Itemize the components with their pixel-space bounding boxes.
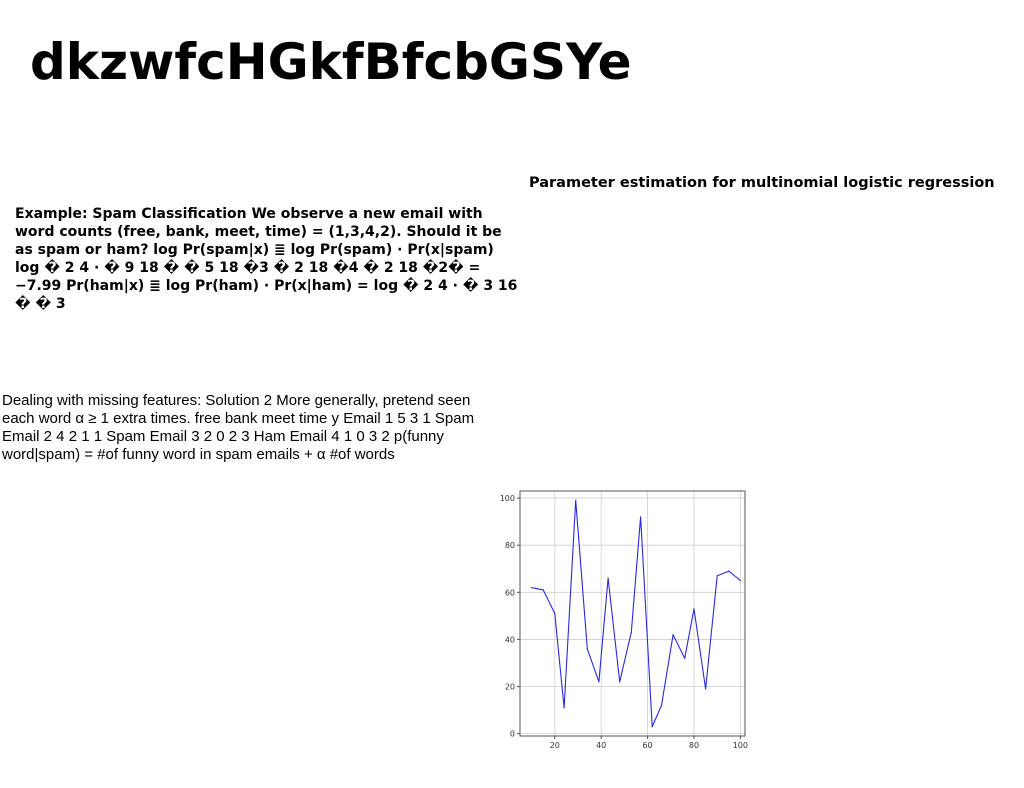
data-point xyxy=(640,516,642,518)
page-title: dkzwfcHGkfBfcbGSYe xyxy=(30,33,632,91)
data-point xyxy=(693,608,695,610)
data-point xyxy=(704,688,707,690)
y-tick-label: 20 xyxy=(505,683,515,692)
data-point xyxy=(598,681,600,683)
x-tick-label: 100 xyxy=(733,741,748,750)
data-point xyxy=(672,634,674,636)
series-line xyxy=(531,499,741,728)
x-tick-label: 20 xyxy=(550,741,560,750)
data-point xyxy=(575,499,577,502)
data-point xyxy=(607,577,609,579)
data-point xyxy=(739,579,741,582)
x-tick-label: 40 xyxy=(596,741,606,750)
y-tick-label: 60 xyxy=(505,588,515,597)
data-point xyxy=(586,648,588,650)
y-tick-label: 40 xyxy=(505,635,515,644)
y-tick-label: 100 xyxy=(500,494,515,503)
chart-ticks: 20 40 60 80 100 0 20 40 60 80 100 xyxy=(500,494,748,750)
data-point xyxy=(530,586,533,589)
y-tick-label: 80 xyxy=(505,541,515,550)
data-point xyxy=(542,589,544,591)
missing-features-paragraph: Dealing with missing features: Solution … xyxy=(2,392,475,463)
data-point xyxy=(630,631,632,633)
data-point xyxy=(554,612,556,615)
data-point xyxy=(684,657,686,659)
data-point xyxy=(651,725,653,728)
section-heading: Parameter estimation for multinomial log… xyxy=(529,175,995,191)
data-point xyxy=(716,575,718,577)
y-tick-label: 0 xyxy=(510,730,515,739)
data-point xyxy=(660,704,663,706)
spam-example-paragraph: Example: Spam Classification We observe … xyxy=(15,206,518,312)
data-point xyxy=(619,681,621,683)
data-point xyxy=(563,707,565,709)
line-chart: 20 40 60 80 100 0 20 40 60 80 100 xyxy=(500,490,748,750)
x-tick-label: 60 xyxy=(642,741,652,750)
x-tick-label: 80 xyxy=(689,741,699,750)
data-point xyxy=(728,570,730,572)
